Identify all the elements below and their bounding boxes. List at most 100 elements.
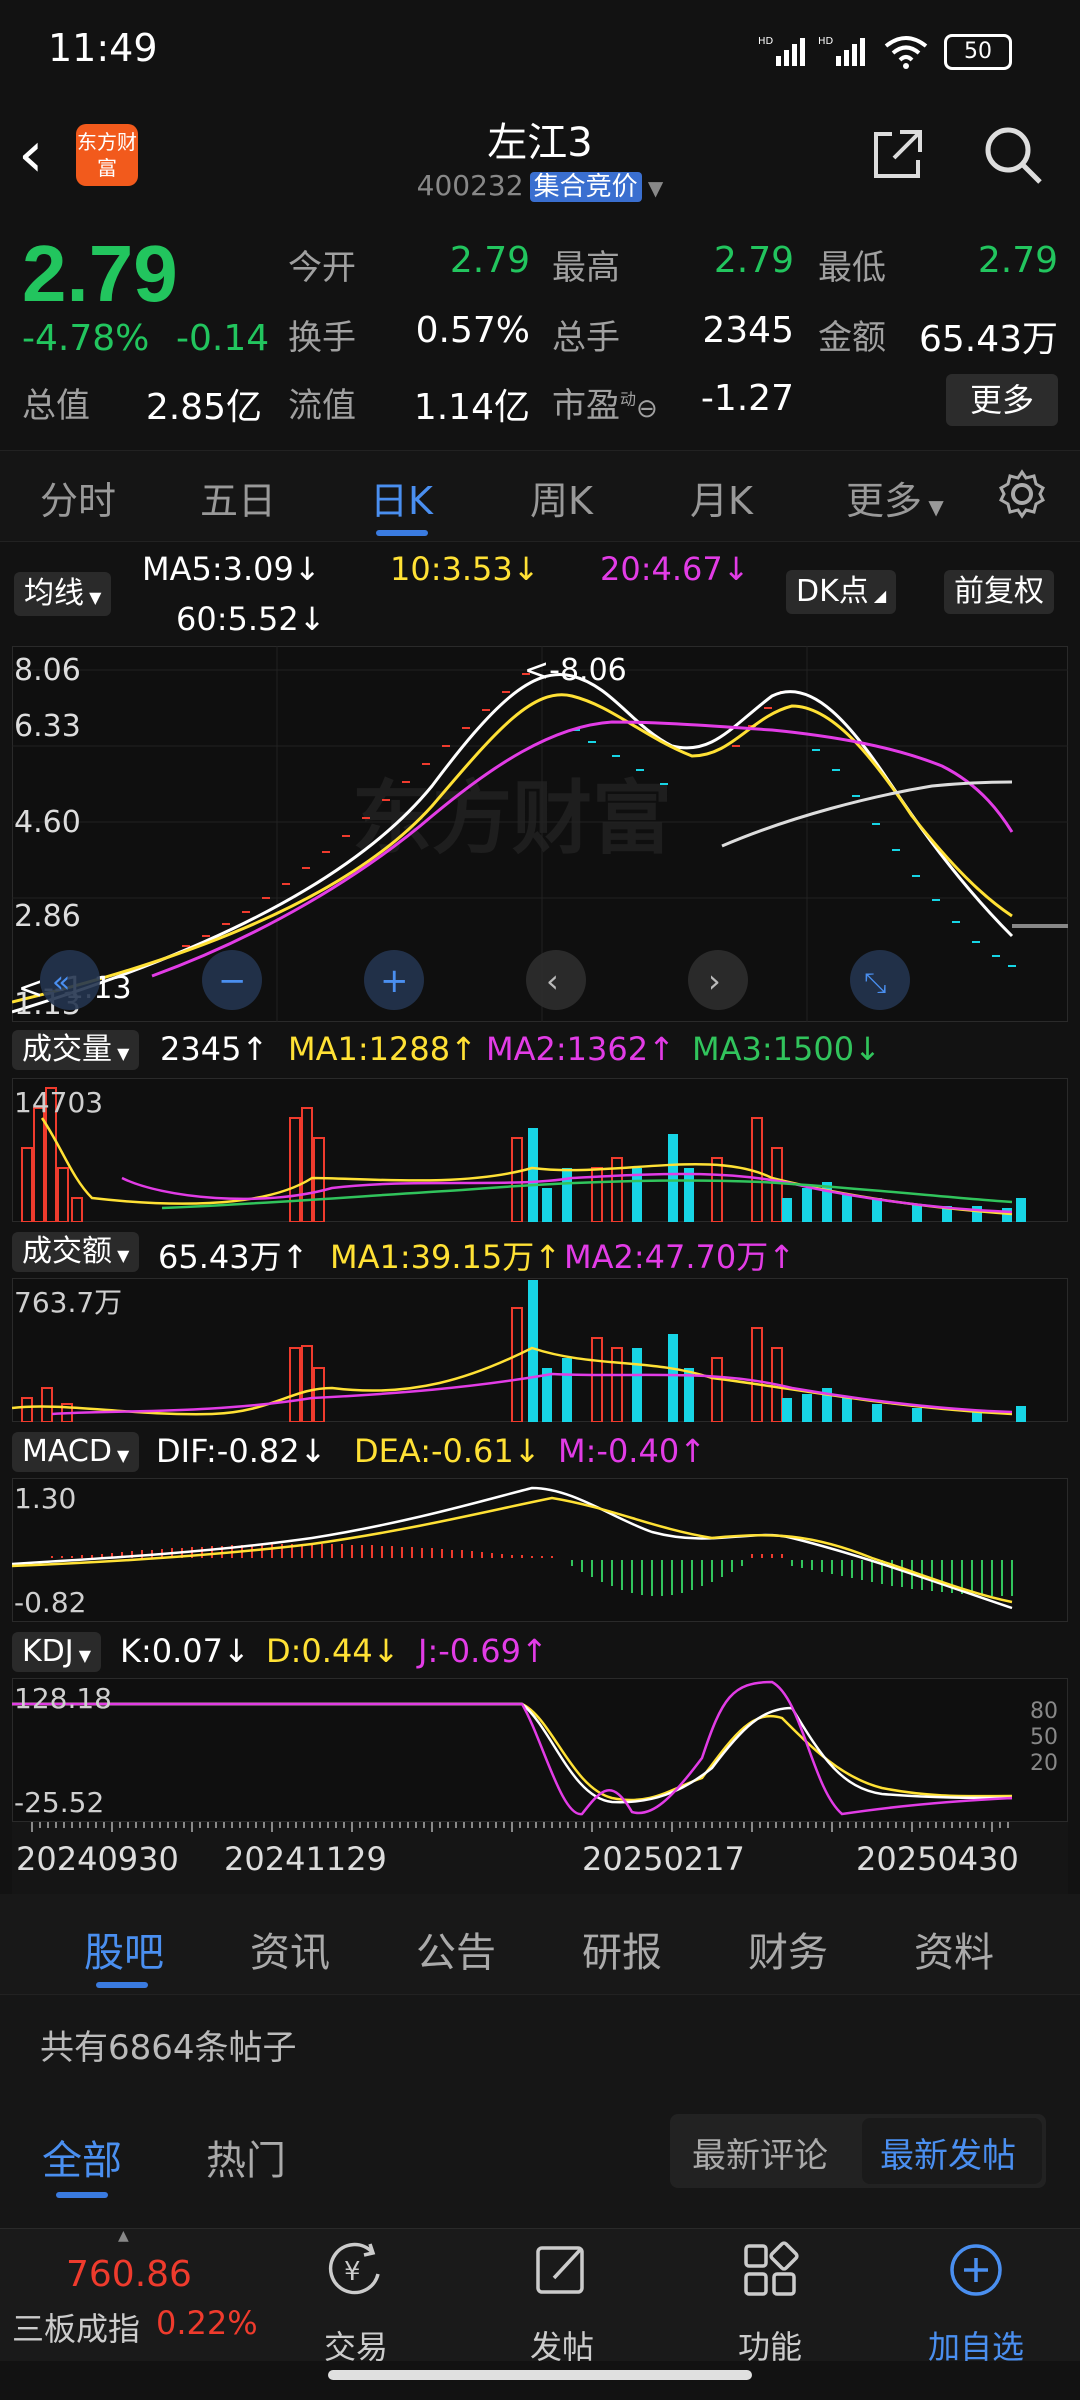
nav-trade[interactable]: 交易: [296, 2322, 416, 2368]
mktcap-label: 总值: [22, 386, 90, 426]
add-watchlist-icon[interactable]: [946, 2240, 1006, 2300]
dk-point-button[interactable]: DK点 ◢: [786, 570, 897, 614]
y-axis-label: 4.60: [14, 805, 81, 840]
status-bar: 11:49 HD HD 50: [0, 0, 1080, 100]
status-time: 11:49: [48, 26, 158, 70]
tab-fenshi[interactable]: 分时: [40, 470, 116, 525]
kdj-chart: 128.18 -25.52 80 50 20: [12, 1678, 1068, 1822]
float-value: 1.14亿: [413, 387, 530, 428]
float-label: 流值: [288, 386, 356, 426]
tab-more[interactable]: 更多 ▼: [846, 470, 944, 525]
current-price: 2.79: [22, 229, 178, 318]
amount-indicator-button[interactable]: 成交额 ▼: [12, 1232, 140, 1272]
y-axis-label: 8.06: [14, 653, 81, 688]
kdj-axis-bottom: -25.52: [14, 1786, 104, 1819]
amount-ma1: MA1:39.15万↑: [330, 1238, 562, 1276]
settings-icon[interactable]: [996, 468, 1048, 520]
svg-text:HD: HD: [818, 36, 834, 47]
filter-indicator: [56, 2192, 108, 2198]
home-indicator[interactable]: [328, 2370, 752, 2380]
index-percent: 0.22%: [156, 2304, 258, 2342]
change-amount: -0.14: [176, 318, 270, 359]
ma-select-button[interactable]: 均线 ▼: [14, 572, 112, 616]
trade-icon[interactable]: ¥: [326, 2240, 386, 2300]
signal-icon: HD: [758, 36, 805, 66]
expand-icon[interactable]: ▲: [118, 2228, 129, 2244]
amount-label: 金额: [818, 318, 886, 358]
ma10-value: 10:3.53↓: [390, 550, 540, 588]
kdj-axis-top: 128.18: [14, 1682, 112, 1715]
kdj-level-20: 20: [1030, 1751, 1058, 1776]
signal-icon-2: HD: [818, 36, 865, 66]
nav-function[interactable]: 功能: [710, 2322, 830, 2368]
info-icon[interactable]: ⊖: [636, 394, 658, 424]
adjust-button[interactable]: 前复权: [944, 570, 1054, 614]
ma60-value: 60:5.52↓: [176, 600, 326, 638]
nav-add-watchlist[interactable]: 加自选: [916, 2322, 1036, 2368]
forum-tab-research[interactable]: 研报: [582, 1920, 662, 1978]
pe-value: -1.27: [700, 378, 794, 419]
tab-wuri[interactable]: 五日: [200, 470, 276, 525]
share-icon[interactable]: [870, 126, 926, 182]
macd-dea: DEA:-0.61↓: [354, 1432, 541, 1470]
forum-tab-finance[interactable]: 财务: [748, 1920, 828, 1978]
sort-latest-comment[interactable]: 最新评论: [692, 2128, 828, 2177]
ma5-value: MA5:3.09↓: [142, 550, 321, 588]
amount-axis-label: 763.7万: [14, 1286, 122, 1319]
nav-post[interactable]: 发帖: [502, 2322, 622, 2368]
filter-all[interactable]: 全部: [42, 2128, 122, 2186]
kdj-d: D:0.44↓: [266, 1632, 400, 1670]
post-count: 共有6864条帖子: [40, 2028, 297, 2068]
index-value[interactable]: 760.86: [66, 2254, 192, 2295]
macd-indicator-button[interactable]: MACD ▼: [12, 1432, 140, 1472]
svg-text:+: +: [380, 961, 409, 1001]
forum-tab-notice[interactable]: 公告: [416, 1920, 496, 1978]
turnover-value: 0.57%: [415, 310, 530, 351]
svg-text:HD: HD: [758, 36, 774, 47]
volume-indicator-button[interactable]: 成交量 ▼: [12, 1030, 140, 1070]
ma20-value: 20:4.67↓: [600, 550, 750, 588]
filter-hot[interactable]: 热门: [206, 2128, 286, 2186]
date-label: 20250217: [582, 1840, 745, 1878]
open-value: 2.79: [449, 240, 530, 281]
volume-chart: 14703: [12, 1078, 1068, 1222]
kdj-j: J:-0.69↑: [418, 1632, 548, 1670]
macd-chart: 1.30 -0.82: [12, 1478, 1068, 1622]
kdj-level-50: 50: [1030, 1725, 1058, 1750]
kdj-indicator-button[interactable]: KDJ ▼: [12, 1632, 102, 1672]
index-name: 三板成指: [12, 2310, 141, 2348]
kline-chart[interactable]: 东方财富 8.06 6.33 4.60 2.86 1.13 <-8.06 <--…: [12, 646, 1068, 1022]
auction-badge: 集合竞价: [529, 172, 642, 202]
forum-tab-guba[interactable]: 股吧: [84, 1920, 164, 1978]
tab-rik[interactable]: 日K: [370, 470, 433, 525]
battery-icon: 50: [944, 34, 1012, 70]
forum-tab-news[interactable]: 资讯: [250, 1920, 330, 1978]
post-icon[interactable]: [532, 2240, 592, 2300]
pe-label: 市盈动⊖: [552, 386, 658, 426]
low-value: 2.79: [977, 240, 1058, 281]
volume-ma1: MA1:1288↑: [288, 1030, 477, 1068]
function-icon[interactable]: [740, 2240, 800, 2300]
date-label: 20240930: [16, 1840, 179, 1878]
mktcap-value: 2.85亿: [145, 387, 262, 428]
wifi-icon: [884, 36, 928, 69]
volume-current: 2345↑: [160, 1030, 269, 1068]
sort-latest-post[interactable]: 最新发帖: [880, 2128, 1016, 2177]
search-icon[interactable]: [982, 124, 1044, 186]
more-quote-button[interactable]: 更多: [946, 374, 1058, 426]
volume-value: 2345: [702, 310, 794, 351]
change-percent: -4.78%: [22, 318, 150, 359]
forum-tab-profile[interactable]: 资料: [914, 1920, 994, 1978]
tab-yuek[interactable]: 月K: [690, 470, 753, 525]
y-axis-label: 6.33: [14, 709, 81, 744]
amount-chart: 763.7万: [12, 1278, 1068, 1422]
volume-ma3: MA3:1500↓: [692, 1030, 881, 1068]
svg-text:‹: ‹: [546, 962, 559, 1000]
open-label: 今开: [288, 248, 356, 288]
kdj-level-80: 80: [1030, 1699, 1058, 1724]
macd-axis-bottom: -0.82: [14, 1586, 86, 1619]
macd-dif: DIF:-0.82↓: [156, 1432, 327, 1470]
svg-text:−: −: [218, 961, 247, 1001]
tab-zhouk[interactable]: 周K: [530, 470, 593, 525]
turnover-label: 换手: [288, 318, 356, 358]
